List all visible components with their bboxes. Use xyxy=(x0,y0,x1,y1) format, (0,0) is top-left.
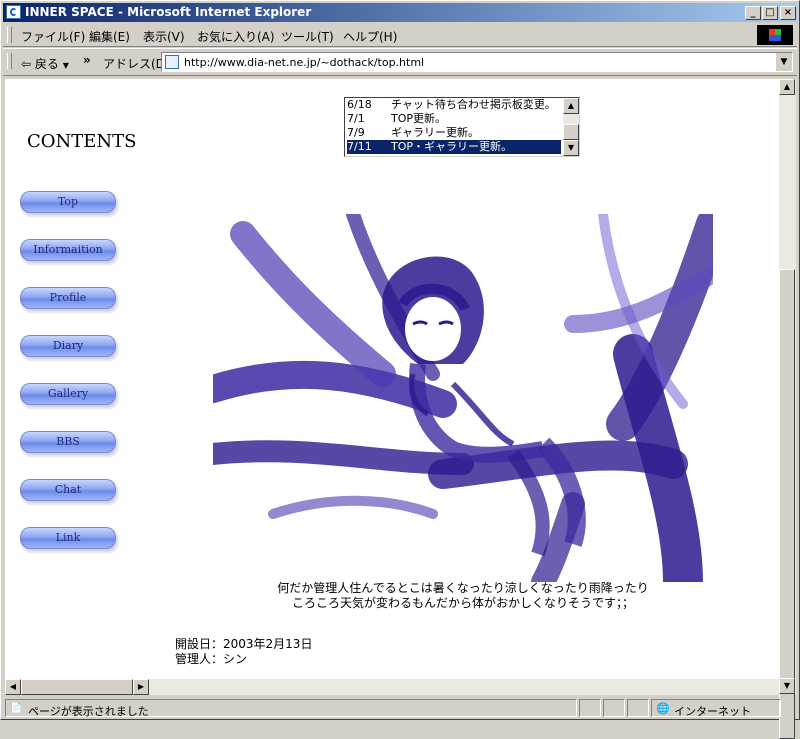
news-scroll-down-button[interactable]: ▼ xyxy=(563,140,579,156)
news-date: 7/11 xyxy=(347,140,372,153)
nav-diary-button[interactable]: Diary xyxy=(20,335,116,357)
nav-profile-button[interactable]: Profile xyxy=(20,287,116,309)
menu-edit[interactable]: 編集(E) xyxy=(89,28,130,45)
menu-favorites[interactable]: お気に入り(A) xyxy=(197,28,275,45)
menu-tools[interactable]: ツール(T) xyxy=(281,28,334,45)
news-item[interactable]: 6/18 チャット待ち合わせ掲示板変更。 xyxy=(347,98,561,112)
status-page-icon: 📄 xyxy=(10,703,23,714)
menu-view[interactable]: 表示(V) xyxy=(143,28,185,45)
scroll-left-button[interactable]: ◀ xyxy=(5,679,21,695)
site-info: 開設日：2003年2月13日 管理人：シン xyxy=(175,637,312,667)
browser-window: INNER SPACE - Microsoft Internet Explore… xyxy=(0,0,800,739)
contents-heading: CONTENTS xyxy=(27,131,137,152)
status-main-cell: 📄 ページが表示されました xyxy=(5,699,577,718)
news-date: 7/9 xyxy=(347,126,365,139)
news-text: チャット待ち合わせ掲示板変更。 xyxy=(391,98,556,111)
status-cell xyxy=(627,699,649,717)
toolbar-grip xyxy=(7,53,12,69)
horizontal-scrollbar[interactable]: ◀ ▶ xyxy=(5,679,779,695)
news-text: TOP更新。 xyxy=(391,112,447,125)
close-button[interactable]: × xyxy=(780,6,796,20)
nav-top-button[interactable]: Top xyxy=(20,191,116,213)
status-text: ページが表示されました xyxy=(28,705,149,718)
toolbar-chevron[interactable]: » xyxy=(83,53,91,67)
caption-line-2: ころころ天気が変わるもんだから体がおかしくなりそうです；； xyxy=(291,596,634,610)
news-scroll-thumb[interactable] xyxy=(563,124,579,140)
status-zone-cell: 🌐 インターネット xyxy=(651,699,781,718)
nav-gallery-button[interactable]: Gallery xyxy=(20,383,116,405)
address-url[interactable]: http://www.dia-net.ne.jp/~dothack/top.ht… xyxy=(184,56,424,69)
news-date: 7/1 xyxy=(347,112,365,125)
windows-logo-icon xyxy=(757,25,793,45)
news-item[interactable]: 7/1 TOP更新。 xyxy=(347,112,561,126)
news-item[interactable]: 7/9 ギャラリー更新。 xyxy=(347,126,561,140)
nav-bbs-button[interactable]: BBS xyxy=(20,431,116,453)
caption-line-1: 何だか管理人住んでるとこは暑くなったり涼しくなったり雨降ったり xyxy=(277,581,649,595)
opened-date: 開設日：2003年2月13日 xyxy=(175,637,313,651)
scroll-up-button[interactable]: ▲ xyxy=(779,79,795,95)
menu-file[interactable]: ファイル(F) xyxy=(21,28,85,45)
news-scrollbar[interactable]: ▲ ▼ xyxy=(563,98,579,156)
page-icon xyxy=(165,55,179,69)
news-date: 6/18 xyxy=(347,98,372,111)
menu-help[interactable]: ヘルプ(H) xyxy=(343,28,397,45)
scroll-down-button[interactable]: ▼ xyxy=(779,678,795,694)
minimize-button[interactable]: _ xyxy=(745,6,761,20)
news-scroll-up-button[interactable]: ▲ xyxy=(563,98,579,114)
news-text: TOP・ギャラリー更新。 xyxy=(391,140,513,153)
news-listbox[interactable]: 6/18 チャット待ち合わせ掲示板変更。 7/1 TOP更新。 7/9 ギャラリー更新… xyxy=(344,97,580,157)
address-input[interactable]: http://www.dia-net.ne.jp/~dothack/top.ht… xyxy=(161,52,793,72)
address-label: アドレス(D) xyxy=(103,57,170,71)
top-illustration xyxy=(213,214,713,582)
globe-icon: 🌐 xyxy=(656,702,670,715)
status-cell xyxy=(603,699,625,717)
ie-icon xyxy=(6,5,21,19)
news-item-selected[interactable]: 7/11 TOP・ギャラリー更新。 xyxy=(347,140,561,154)
status-cell xyxy=(579,699,601,717)
zone-text: インターネット xyxy=(674,705,751,718)
address-dropdown-button[interactable]: ▼ xyxy=(775,53,792,71)
vertical-scrollbar[interactable]: ▲ ▼ xyxy=(779,79,796,739)
nav-chat-button[interactable]: Chat xyxy=(20,479,116,501)
menu-bar: ファイル(F) 編集(E) 表示(V) お気に入り(A) ツール(T) ヘルプ(… xyxy=(3,24,797,47)
status-bar: 📄 ページが表示されました 🌐 インターネット xyxy=(3,698,797,718)
scroll-right-button[interactable]: ▶ xyxy=(133,679,149,695)
nav-information-button[interactable]: Informaition xyxy=(20,239,116,261)
address-bar: ⇦ 戻る ▼ » アドレス(D) http://www.dia-net.ne.j… xyxy=(3,48,797,76)
illustration-art xyxy=(213,214,713,582)
horizontal-scroll-thumb[interactable] xyxy=(21,679,133,695)
news-text: ギャラリー更新。 xyxy=(391,126,479,139)
admin-name: 管理人：シン xyxy=(175,652,248,666)
back-label: 戻る xyxy=(34,57,59,71)
title-bar: INNER SPACE - Microsoft Internet Explore… xyxy=(3,3,797,22)
back-button[interactable]: ⇦ 戻る ▼ xyxy=(21,55,69,72)
back-arrow-icon: ⇦ xyxy=(21,57,32,71)
nav-link-button[interactable]: Link xyxy=(20,527,116,549)
toolbar-grip xyxy=(7,27,12,43)
vertical-scroll-thumb[interactable] xyxy=(779,269,795,739)
window-title: INNER SPACE - Microsoft Internet Explore… xyxy=(25,5,312,19)
maximize-button[interactable]: □ xyxy=(762,6,778,20)
page-caption: 何だか管理人住んでるとこは暑くなったり涼しくなったり雨降ったり ころころ天気が変… xyxy=(205,581,721,611)
page-viewport: CONTENTS Top Informaition Profile Diary … xyxy=(5,79,779,679)
back-dropdown-icon[interactable]: ▼ xyxy=(63,61,69,70)
